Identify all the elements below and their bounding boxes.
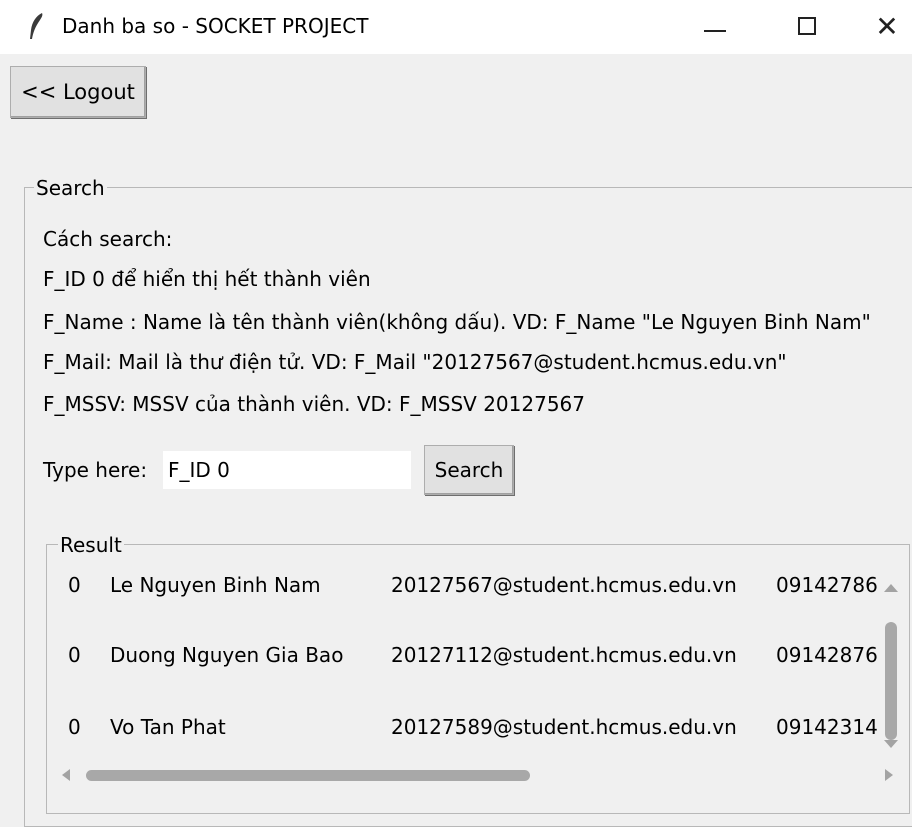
member-phone: 09142876 <box>776 643 878 667</box>
result-frame-legend: Result <box>58 532 124 558</box>
search-button[interactable]: Search <box>424 445 514 495</box>
scroll-up-arrow-icon[interactable] <box>884 584 898 592</box>
member-name: Vo Tan Phat <box>110 715 226 739</box>
scroll-right-arrow-icon[interactable] <box>885 769 893 781</box>
member-email: 20127589@student.hcmus.edu.vn <box>391 715 737 739</box>
vertical-scrollbar[interactable] <box>877 562 905 772</box>
member-email: 20127567@student.hcmus.edu.vn <box>391 573 737 597</box>
member-id: 0 <box>68 573 81 597</box>
title-bar: Danh ba so - SOCKET PROJECT ✕ <box>0 0 912 54</box>
scroll-left-arrow-icon[interactable] <box>62 769 70 781</box>
list-item[interactable]: 0 Duong Nguyen Gia Bao 20127112@student.… <box>55 635 885 675</box>
type-here-label: Type here: <box>43 458 148 482</box>
member-name: Duong Nguyen Gia Bao <box>110 643 344 667</box>
logout-button[interactable]: << Logout <box>10 66 146 118</box>
close-icon[interactable]: ✕ <box>862 0 912 54</box>
result-listbox[interactable]: 0 Le Nguyen Binh Nam 20127567@student.hc… <box>55 562 909 792</box>
member-phone: 09142314 <box>776 715 878 739</box>
search-input[interactable] <box>163 451 411 489</box>
member-id: 0 <box>68 715 81 739</box>
instruction-mail: F_Mail: Mail là thư điện tử. VD: F_Mail … <box>43 350 787 374</box>
scroll-down-arrow-icon[interactable] <box>884 740 898 748</box>
list-item[interactable]: 0 Le Nguyen Binh Nam 20127567@student.hc… <box>55 565 885 605</box>
instruction-heading: Cách search: <box>43 227 173 251</box>
maximize-icon[interactable] <box>776 0 846 54</box>
window-title: Danh ba so - SOCKET PROJECT <box>62 14 369 38</box>
instruction-name: F_Name : Name là tên thành viên(không dấ… <box>43 310 871 334</box>
member-email: 20127112@student.hcmus.edu.vn <box>391 643 737 667</box>
search-frame-legend: Search <box>34 175 107 201</box>
instruction-id: F_ID 0 để hiển thị hết thành viên <box>43 267 371 291</box>
vertical-scroll-thumb[interactable] <box>885 622 897 740</box>
instruction-mssv: F_MSSV: MSSV của thành viên. VD: F_MSSV … <box>43 392 586 416</box>
horizontal-scrollbar[interactable] <box>56 762 905 788</box>
member-phone: 09142786 <box>776 573 878 597</box>
list-item[interactable]: 0 Vo Tan Phat 20127589@student.hcmus.edu… <box>55 707 885 747</box>
horizontal-scroll-thumb[interactable] <box>86 770 530 781</box>
feather-icon <box>30 13 43 39</box>
member-name: Le Nguyen Binh Nam <box>110 573 321 597</box>
minimize-icon[interactable] <box>680 0 750 54</box>
member-id: 0 <box>68 643 81 667</box>
